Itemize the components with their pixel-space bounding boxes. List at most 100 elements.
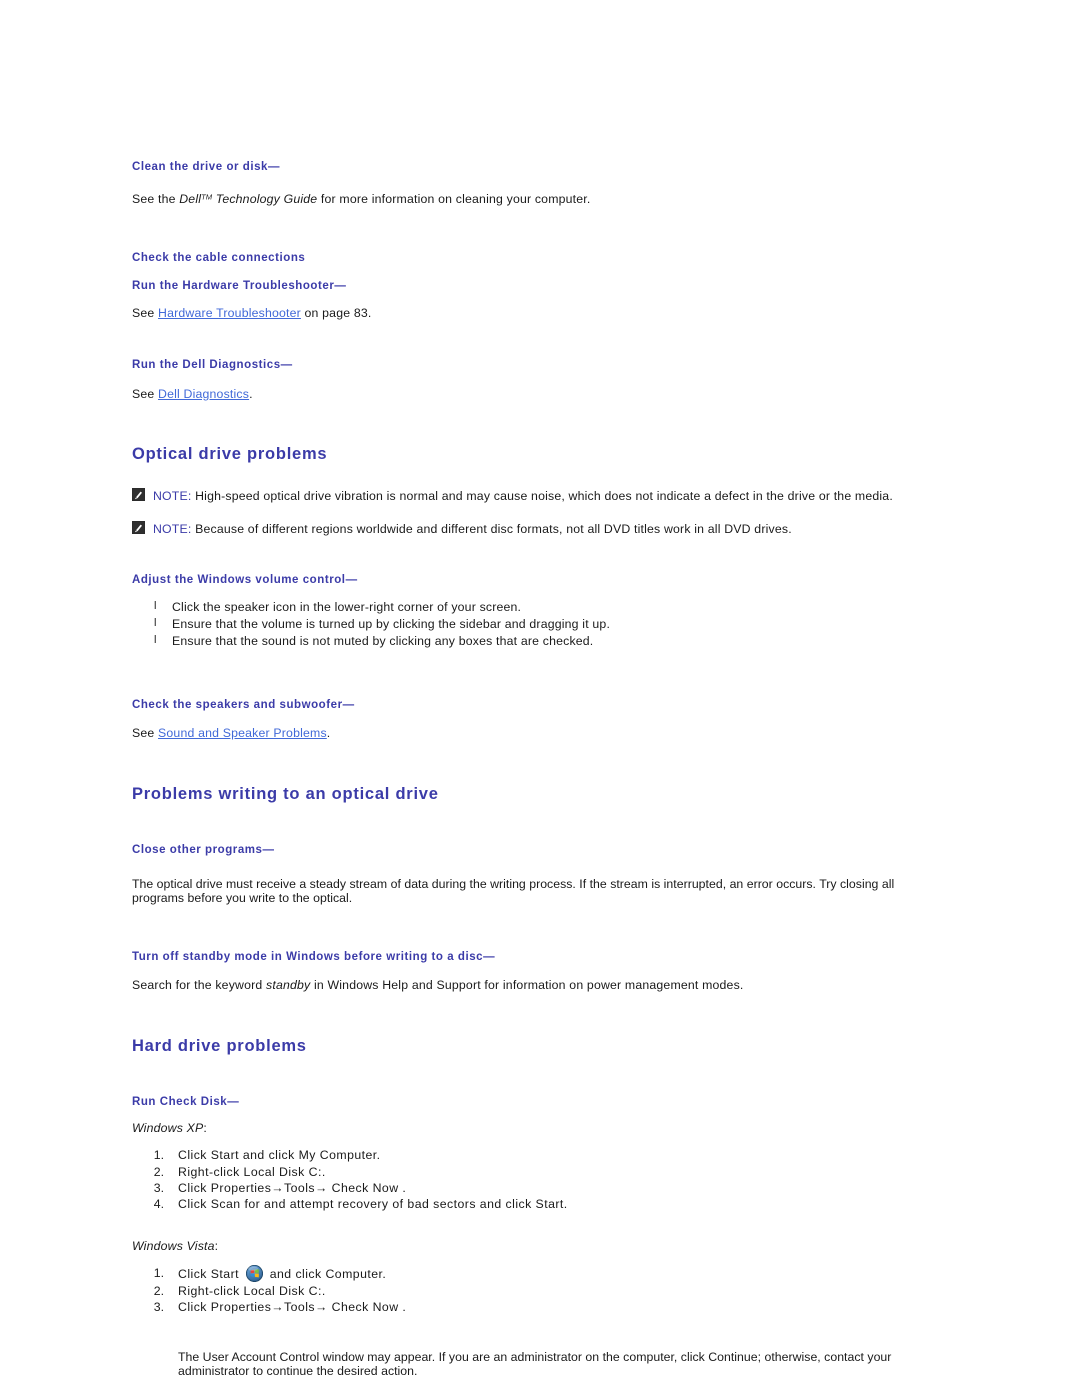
page-title-hard-drive-problems: Hard drive problems <box>132 1036 307 1055</box>
list-number: 1. <box>153 1148 164 1163</box>
os-name: Windows XP <box>132 1120 204 1135</box>
guide-title: Technology Guide <box>212 192 318 207</box>
page-title-optical-drive-problems: Optical drive problems <box>132 445 328 463</box>
list-number: 3. <box>153 1181 164 1196</box>
paragraph-turn-off-standby: Search for the keyword standby in Window… <box>132 978 948 993</box>
subheading-text: Run the Hardware Troubleshooter <box>132 280 335 293</box>
subheading-close-other-programs: Close other programs— <box>132 843 948 857</box>
list-item-label: Ensure that the sound is not muted by cl… <box>172 633 594 648</box>
list-item-label: Right-click Local Disk C:. <box>178 1283 326 1298</box>
note-body: Because of different regions worldwide a… <box>191 521 792 536</box>
link-dell-diagnostics[interactable]: Dell Diagnostics <box>158 387 249 401</box>
list-windows-xp-steps: 1. Click Start and click My Computer. 2. R… <box>132 1147 948 1212</box>
text-run: See <box>132 386 159 401</box>
list-item: 1. Click Start and click My Computer. <box>132 1147 948 1163</box>
list-item-label: Click Properties→Tools→ Check Now . <box>178 1299 407 1314</box>
text-run: for more information on cleaning your co… <box>317 192 591 207</box>
note-body-text: High-speed optical drive vibration is no… <box>195 488 893 503</box>
paragraph-dell-diagnostics: See Dell Diagnostics. <box>132 387 948 402</box>
list-item: 3. Click Properties→Tools→ Check Now . <box>132 1299 948 1315</box>
note-optical-vibration: NOTE: High-speed optical drive vibration… <box>132 487 948 506</box>
list-item-label: Click Scan for and attempt recovery of b… <box>178 1197 568 1212</box>
text-run: on page 83. <box>300 305 372 320</box>
subheading-text: Check the speakers and subwoofer <box>132 698 343 711</box>
list-number: 2. <box>153 1164 164 1179</box>
list-item-label: Click Properties→Tools→ Check Now . <box>178 1181 407 1196</box>
em-dash: — <box>334 280 346 293</box>
section-turn-off-standby: Turn off standby mode in Windows before … <box>132 950 948 993</box>
text-run: . <box>326 726 331 741</box>
subheading-text: Close other programs <box>132 843 263 856</box>
document-content: Clean the drive or disk— See the DellTM … <box>132 160 948 1397</box>
em-dash: — <box>268 161 280 173</box>
product-name-dell: Dell <box>179 192 202 207</box>
link-sound-and-speaker-problems[interactable]: Sound and Speaker Problems <box>158 726 327 740</box>
section-volume-control: Adjust the Windows volume control— l Clic… <box>132 573 948 650</box>
note-content: NOTE: Because of different regions world… <box>153 520 792 539</box>
list-item: 2. Right-click Local Disk C:. <box>132 1283 948 1299</box>
list-number: 2. <box>153 1283 164 1298</box>
note-label: NOTE: <box>153 488 192 503</box>
em-dash: — <box>262 843 275 856</box>
section-dell-diagnostics: Run the Dell Diagnostics— See Dell Diagn… <box>132 358 948 401</box>
label-windows-xp: Windows XP: <box>132 1121 948 1136</box>
list-item: 4. Click Scan for and attempt recovery of… <box>132 1196 948 1212</box>
list-number: 1. <box>153 1266 164 1281</box>
em-dash: — <box>280 359 293 372</box>
list-item-label: Click the speaker icon in the lower-righ… <box>172 599 522 614</box>
list-item: l Ensure that the sound is not muted by c… <box>132 633 948 650</box>
note-dvd-regions: NOTE: Because of different regions world… <box>132 520 948 539</box>
list-item-label: Ensure that the volume is turned up by c… <box>172 616 611 631</box>
paragraph-close-other-programs: The optical drive must receive a steady … <box>132 876 895 906</box>
bullet-glyph: l <box>154 616 157 629</box>
subheading-text: Turn off standby mode in Windows before … <box>132 950 484 963</box>
section-cable-connections: Check the cable connections <box>132 251 948 265</box>
note-pencil-icon <box>132 487 145 501</box>
text-run: in Windows Help and Support for informat… <box>310 978 744 993</box>
note-body: High-speed optical drive vibration is no… <box>191 488 893 503</box>
section-run-check-disk: Run Check Disk— Windows XP: 1. Click Star… <box>132 1095 948 1397</box>
subheading-speakers-subwoofer: Check the speakers and subwoofer— <box>132 698 948 712</box>
list-number: 4. <box>153 1197 164 1212</box>
section-speakers-subwoofer: Check the speakers and subwoofer— See So… <box>132 698 948 741</box>
list-volume-control-steps: l Click the speaker icon in the lower-rig… <box>132 599 948 650</box>
paragraph-hardware-troubleshooter: See Hardware Troubleshooter on page 83. <box>132 306 948 321</box>
link-hardware-troubleshooter[interactable]: Hardware Troubleshooter <box>158 306 301 320</box>
paragraph-clean-drive: See the DellTM Technology Guide for more… <box>132 192 948 207</box>
list-item: 3. Click Properties→Tools→ Check Now . <box>132 1180 948 1196</box>
subheading-text: Run the Dell Diagnostics <box>132 359 281 372</box>
subheading-hardware-troubleshooter: Run the Hardware Troubleshooter— <box>132 279 948 293</box>
subheading-cable-connections: Check the cable connections <box>132 251 306 264</box>
os-name: Windows Vista <box>132 1238 215 1253</box>
paragraph-uac-note: The User Account Control window may appe… <box>178 1349 892 1379</box>
text-run: . <box>249 386 253 401</box>
subheading-run-check-disk: Run Check Disk— <box>132 1095 948 1109</box>
text-run: See <box>132 305 159 320</box>
subheading-text: Adjust the Windows volume control <box>132 573 346 586</box>
bullet-glyph: l <box>154 599 157 612</box>
paragraph-speakers-subwoofer: See Sound and Speaker Problems. <box>132 726 948 741</box>
note-pencil-icon <box>132 520 145 534</box>
list-item: 2. Right-click Local Disk C:. <box>132 1164 948 1180</box>
trademark-symbol: TM <box>201 192 213 202</box>
list-item: l Click the speaker icon in the lower-rig… <box>132 599 948 616</box>
list-item: l Ensure that the volume is turned up by … <box>132 616 948 633</box>
note-content: NOTE: High-speed optical drive vibration… <box>153 487 893 506</box>
em-dash: — <box>342 698 355 711</box>
list-item: 1. Click Start and click Computer. <box>132 1265 948 1283</box>
subheading-volume-control: Adjust the Windows volume control— <box>132 573 948 587</box>
label-windows-vista: Windows Vista: <box>132 1239 948 1254</box>
em-dash: — <box>345 573 358 586</box>
page-title-optical-write-problems: Problems writing to an optical drive <box>132 784 439 803</box>
list-item-label: Click Start and click My Computer. <box>178 1148 381 1163</box>
em-dash: — <box>227 1095 239 1108</box>
note-body-text: Because of different regions worldwide a… <box>195 521 792 536</box>
subheading-text: Run Check Disk <box>132 1095 228 1108</box>
section-clean-drive: Clean the drive or disk— See the DellTM … <box>132 160 948 207</box>
note-label: NOTE: <box>153 521 192 536</box>
windows-vista-start-orb-icon[interactable] <box>245 1265 263 1283</box>
subheading-clean-drive: Clean the drive or disk— <box>132 160 948 174</box>
document-page: Clean the drive or disk— See the DellTM … <box>0 0 1080 1397</box>
section-hardware-troubleshooter: Run the Hardware Troubleshooter— See Har… <box>132 279 948 320</box>
section-close-other-programs: Close other programs— The optical drive … <box>132 843 948 906</box>
